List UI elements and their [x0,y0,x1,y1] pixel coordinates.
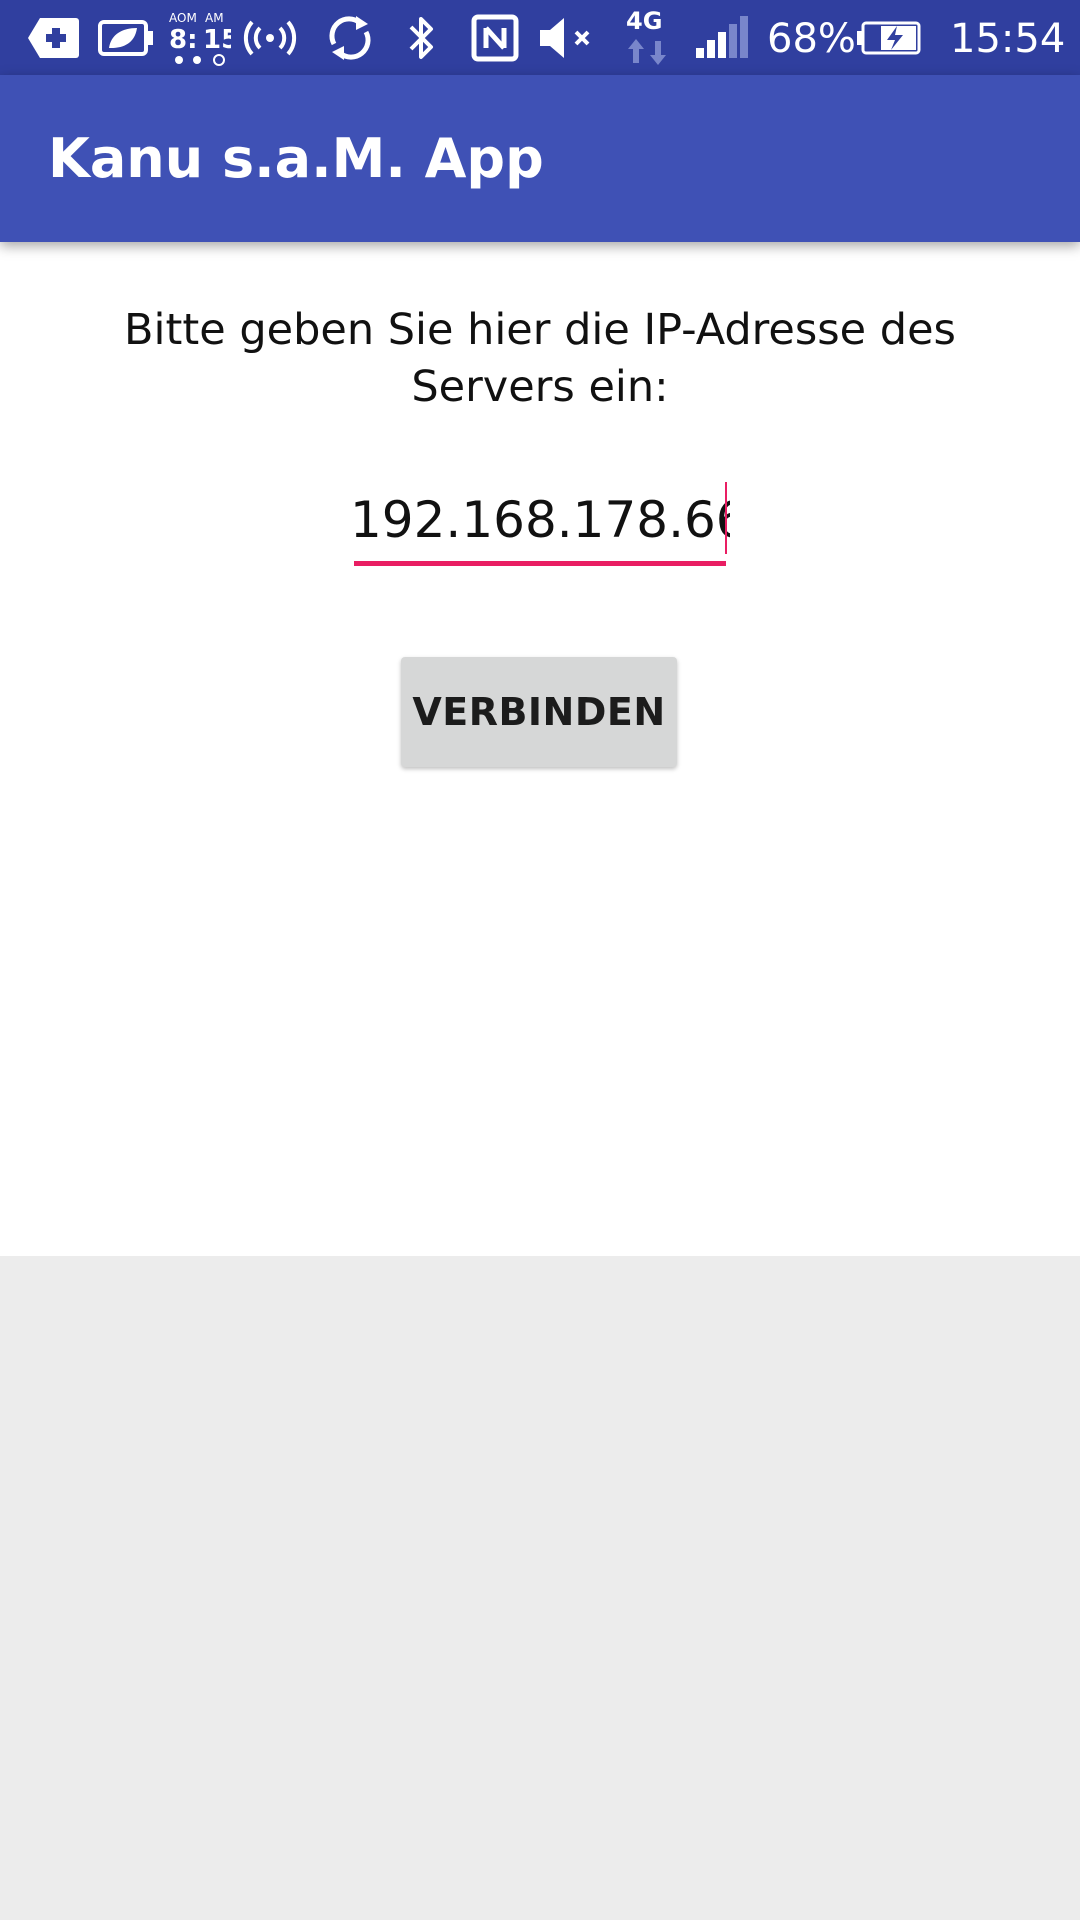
volume-mute-icon [534,0,600,75]
main-content: Bitte geben Sie hier die IP-Adresse des … [0,242,1080,1256]
svg-text:15: 15 [203,25,231,55]
ip-input-underline [354,561,726,566]
battery-charging-icon [856,0,926,75]
battery-percent: 68% [767,16,856,62]
app-bar: Kanu s.a.M. App [0,75,1080,242]
nfc-icon [468,0,522,75]
battery-saver-icon [96,0,156,75]
status-bar: AOM AM 8: 15 4G 68% 15:54 [0,0,1080,75]
text-cursor [725,482,727,554]
network-label: 4G [626,7,662,35]
status-time: 15:54 [950,16,1066,62]
svg-text:AOM: AOM [169,11,197,25]
svg-text:8:: 8: [169,25,198,55]
signal-icon [690,0,750,75]
hotspot-icon [238,0,302,75]
connect-button[interactable]: VERBINDEN [401,657,677,767]
bluetooth-icon [402,0,442,75]
sync-icon [322,0,378,75]
alarm-widget-icon: AOM AM 8: 15 [166,0,232,75]
app-title: Kanu s.a.M. App [48,127,544,190]
ip-address-input[interactable] [350,482,730,557]
add-box-icon [24,0,82,75]
ip-prompt-label: Bitte geben Sie hier die IP-Adresse des … [124,305,956,412]
svg-text:AM: AM [205,11,224,25]
network-4g-icon: 4G [620,0,674,75]
